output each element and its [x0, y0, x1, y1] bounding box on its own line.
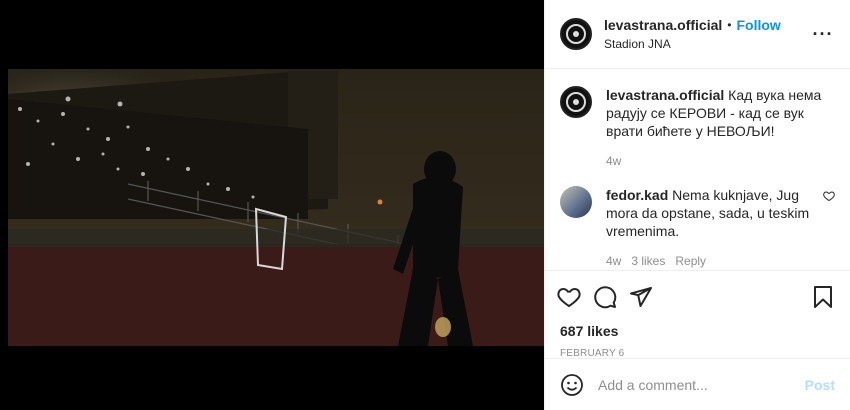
caption-author-avatar[interactable]	[560, 86, 592, 118]
caption-body: levastrana.official Кад вука нема радују…	[606, 86, 835, 170]
commenter-avatar[interactable]	[560, 186, 592, 218]
caption-username[interactable]: levastrana.official	[606, 87, 724, 103]
comment-input[interactable]	[598, 376, 805, 393]
likes-count[interactable]: 687 likes	[560, 323, 835, 339]
logo-center	[573, 99, 579, 105]
comment-body: fedor.kad Nema kuknjave, Jug mora da ops…	[606, 186, 817, 270]
post-header: levastrana.official • Follow Stadion JNA…	[545, 0, 850, 69]
comment-meta: 4w 3 likes Reply	[606, 252, 817, 270]
separator-dot: •	[727, 18, 732, 32]
action-icons	[557, 283, 835, 311]
bookmark-icon[interactable]	[811, 285, 835, 309]
caption-meta: 4w	[606, 152, 835, 170]
stadium-night-image	[8, 69, 544, 346]
post-photo[interactable]	[8, 69, 544, 346]
comment-age[interactable]: 4w	[606, 252, 621, 270]
comment-like-heart-icon[interactable]	[823, 190, 835, 202]
caption-age[interactable]: 4w	[606, 152, 621, 170]
comment-icon[interactable]	[593, 285, 617, 309]
post-comment-button[interactable]: Post	[805, 377, 835, 393]
follow-button[interactable]: Follow	[736, 17, 780, 33]
comment-item: fedor.kad Nema kuknjave, Jug mora da ops…	[560, 186, 835, 270]
post-sidebar: levastrana.official • Follow Stadion JNA…	[545, 0, 850, 410]
location-link[interactable]: Stadion JNA	[604, 37, 811, 51]
header-row: levastrana.official • Follow	[604, 17, 811, 33]
share-icon[interactable]	[629, 285, 653, 309]
author-avatar[interactable]	[560, 18, 592, 50]
comments-section: levastrana.official Кад вука нема радују…	[545, 70, 850, 270]
comment-likes[interactable]: 3 likes	[631, 252, 665, 270]
author-username[interactable]: levastrana.official	[604, 17, 722, 33]
reply-button[interactable]: Reply	[675, 252, 706, 270]
more-options-icon[interactable]: ···	[811, 22, 835, 46]
caption: levastrana.official Кад вука нема радују…	[560, 86, 835, 170]
logo-center	[573, 31, 579, 37]
emoji-icon[interactable]	[560, 373, 584, 397]
comment-username[interactable]: fedor.kad	[606, 187, 668, 203]
comment-composer: Post	[545, 358, 850, 410]
post-media-area	[0, 0, 545, 410]
heart-icon[interactable]	[557, 285, 581, 309]
header-text: levastrana.official • Follow Stadion JNA	[604, 17, 811, 51]
actions-bar: 687 likes FEBRUARY 6	[545, 270, 850, 359]
